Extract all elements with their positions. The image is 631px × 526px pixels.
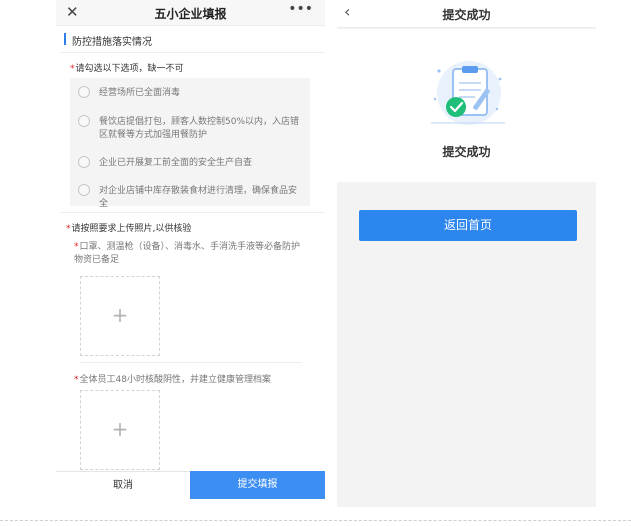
question-text: 口罩、测温枪（设备）、消毒水、手消洗手液等必备防护物资已备足 [74, 242, 301, 265]
required-mark: * [70, 64, 75, 74]
required-mark: * [74, 375, 79, 385]
section-title: 防控措施落实情况 [72, 37, 152, 48]
option-item[interactable]: 企业已开展复工前全面的安全生产自查 [70, 154, 310, 174]
clipboard-success-icon [431, 61, 505, 125]
page-title: 五小企业填报 [154, 7, 227, 21]
page-edge-line [0, 520, 631, 521]
plus-icon: + [111, 303, 129, 327]
photo-upload-box[interactable]: + [80, 276, 160, 356]
option-item[interactable]: 对企业店铺中库存散装食材进行清理，确保食品安全 [70, 182, 310, 209]
question-text: 请按照要求上传照片,以供核验 [71, 224, 192, 234]
page-title: 提交成功 [442, 8, 491, 22]
divider [60, 52, 325, 53]
radio-button[interactable] [78, 86, 90, 98]
form-screen: ✕ 五小企业填报 ••• 防控措施落实情况 *请勾选以下选项，缺一不可 经营场所… [56, 0, 325, 507]
question-label: *请按照要求上传照片,以供核验 [66, 221, 191, 234]
required-mark: * [66, 224, 71, 234]
success-header: ‹ 提交成功 [337, 0, 596, 28]
options-list: 经营场所已全面消毒 餐饮店提倡打包，顾客人数控制50%以内，入店错区就餐等方式加… [70, 78, 310, 209]
cancel-button[interactable]: 取消 [56, 471, 190, 499]
option-item[interactable]: 餐饮店提倡打包，顾客人数控制50%以内，入店错区就餐等方式加强用餐防护 [70, 113, 310, 143]
section-accent-bar [64, 33, 66, 45]
required-mark: * [74, 242, 79, 252]
question-label: *口罩、测温枪（设备）、消毒水、手消洗手液等必备防护物资已备足 [74, 241, 304, 267]
option-label: 企业已开展复工前全面的安全生产自查 [99, 158, 253, 168]
success-card: 提交成功 [337, 29, 596, 182]
option-label: 餐饮店提倡打包，顾客人数控制50%以内，入店错区就餐等方式加强用餐防护 [99, 117, 300, 140]
question-text: 全体员工48小时核酸阴性，并建立健康管理档案 [79, 375, 271, 385]
option-label: 对企业店铺中库存散装食材进行清理，确保食品安全 [99, 186, 298, 209]
question-label: *全体员工48小时核酸阴性，并建立健康管理档案 [74, 372, 271, 385]
form-header: ✕ 五小企业填报 ••• [56, 0, 325, 26]
submit-button[interactable]: 提交填报 [190, 471, 325, 499]
photo-upload-box[interactable]: + [80, 390, 160, 470]
return-home-button[interactable]: 返回首页 [359, 210, 577, 241]
divider [60, 212, 325, 213]
radio-button[interactable] [78, 115, 90, 127]
more-icon[interactable]: ••• [288, 1, 313, 17]
question-text: 请勾选以下选项，缺一不可 [75, 64, 184, 74]
question-label: *请勾选以下选项，缺一不可 [70, 61, 184, 74]
success-status-text: 提交成功 [442, 145, 491, 159]
success-screen: ‹ 提交成功 提交成功 返回首页 [337, 0, 596, 507]
bottom-action-bar: 取消 提交填报 [56, 471, 325, 499]
divider [80, 362, 302, 363]
plus-icon: + [111, 417, 129, 441]
radio-button[interactable] [78, 156, 90, 168]
option-item[interactable]: 经营场所已全面消毒 [70, 84, 310, 104]
option-label: 经营场所已全面消毒 [99, 88, 181, 98]
radio-button[interactable] [78, 184, 90, 196]
